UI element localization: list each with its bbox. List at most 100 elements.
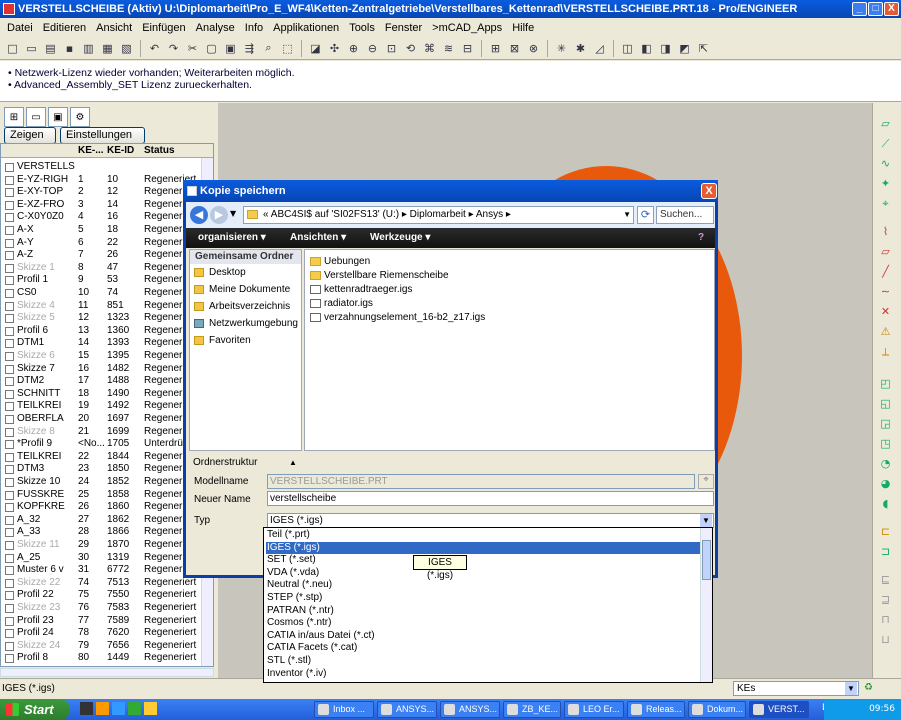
undo-icon[interactable]: ↶ xyxy=(146,40,163,57)
datum-points-icon[interactable]: ⊗ xyxy=(525,40,542,57)
hidden-line-icon[interactable]: ◧ xyxy=(638,40,655,57)
maximize-button[interactable]: □ xyxy=(868,2,883,16)
annotation-icon[interactable]: ✱ xyxy=(572,40,589,57)
wireframe-icon[interactable]: ◫ xyxy=(619,40,636,57)
dropdown-option[interactable]: Inventor (*.iv) xyxy=(266,668,701,681)
dropdown-option[interactable]: CATIA in/aus Datei (*.ct) xyxy=(266,630,701,643)
history-chevron-icon[interactable]: ▼ xyxy=(230,209,236,218)
select-icon[interactable]: ⬚ xyxy=(279,40,296,57)
menu-hilfe[interactable]: Hilfe xyxy=(507,22,539,34)
nav-desktop[interactable]: Desktop xyxy=(190,264,301,281)
file-item[interactable]: Uebungen xyxy=(309,255,370,269)
cut-icon[interactable]: ✂ xyxy=(184,40,201,57)
merge-icon[interactable]: ⊐ xyxy=(877,543,894,560)
tools-menu[interactable]: Werkzeuge ▾ xyxy=(370,228,430,248)
refresh-icon[interactable]: ⟳ xyxy=(637,206,654,224)
tree-row[interactable]: Skizze 22 74 7513 Regeneriert xyxy=(1,577,213,590)
nav-working-directory[interactable]: Arbeitsverzeichnis xyxy=(190,298,301,315)
einstellungen-button[interactable]: Einstellungen ▾ xyxy=(60,127,145,156)
type-select[interactable]: IGES (*.igs) ▼ xyxy=(267,513,714,528)
tree-row[interactable]: Profil 8 80 1449 Regeneriert xyxy=(1,652,213,665)
menu-editieren[interactable]: Editieren xyxy=(38,22,91,34)
file-item[interactable]: verzahnungselement_16-b2_z17.igs xyxy=(309,311,485,325)
task-ansys-1[interactable]: ANSYS... xyxy=(377,701,437,718)
task-leo[interactable]: LEO Er... xyxy=(564,701,624,718)
spin-center-icon[interactable]: ✣ xyxy=(326,40,343,57)
revolve-icon[interactable]: ◱ xyxy=(877,395,894,412)
excel-launch-icon[interactable] xyxy=(128,702,141,715)
col-status[interactable]: Status xyxy=(144,144,175,158)
datum-axis-icon[interactable]: ⟋ xyxy=(877,135,894,152)
col-ke[interactable]: KE-... xyxy=(78,144,104,158)
task-verstellscheibe[interactable]: VERST... xyxy=(749,701,809,718)
menu-tools[interactable]: Tools xyxy=(344,22,380,34)
dialog-close-button[interactable]: X xyxy=(701,183,717,199)
sketch-icon[interactable]: ◿ xyxy=(591,40,608,57)
layers-icon[interactable]: ≋ xyxy=(440,40,457,57)
tree-row[interactable]: Profil 23 77 7589 Regeneriert xyxy=(1,615,213,628)
dropdown-scrollbar[interactable] xyxy=(700,528,712,682)
folder-structure-toggle[interactable]: Ordnerstruktur ▲ xyxy=(189,456,299,470)
tree-row[interactable]: Skizze 23 76 7583 Regeneriert xyxy=(1,602,213,615)
dropdown-option[interactable]: Teil (*.prt) xyxy=(266,529,701,542)
solidify-icon[interactable]: ⊔ xyxy=(877,631,894,648)
sketch-tool-icon[interactable]: ⌇ xyxy=(877,223,894,240)
csys-tool-icon[interactable]: ⌖ xyxy=(877,195,894,212)
regenerate-icon[interactable]: ⇶ xyxy=(241,40,258,57)
redo-icon[interactable]: ↷ xyxy=(165,40,182,57)
copy2-icon[interactable]: ▢ xyxy=(203,40,220,57)
tree-row[interactable]: Profil 24 78 7620 Regeneriert xyxy=(1,627,213,640)
chevron-down-icon[interactable]: ▼ xyxy=(700,514,712,527)
datum-planes-icon[interactable]: ⊞ xyxy=(487,40,504,57)
forward-icon[interactable]: ▶ xyxy=(210,206,228,224)
reorient-icon[interactable]: ⟲ xyxy=(402,40,419,57)
dropdown-option[interactable]: Neutral (*.neu) xyxy=(266,579,701,592)
task-inbox[interactable]: Inbox ... xyxy=(314,701,374,718)
ansys-launch-icon[interactable] xyxy=(80,702,93,715)
menu-mcad-apps[interactable]: >mCAD_Apps xyxy=(427,22,507,34)
task-release[interactable]: Releas... xyxy=(627,701,685,718)
datum-axes-icon[interactable]: ⊠ xyxy=(506,40,523,57)
open-folder-icon[interactable]: ▭ xyxy=(23,40,40,57)
nav-favorites[interactable]: Favoriten xyxy=(190,332,301,349)
sweep-icon[interactable]: ◲ xyxy=(877,415,894,432)
search-input[interactable]: Suchen... xyxy=(656,206,714,224)
dropdown-option[interactable]: PATRAN (*.ntr) xyxy=(266,605,701,618)
model-tree-tab-icon[interactable]: ⊞ xyxy=(4,107,24,127)
extrude-icon[interactable]: ◰ xyxy=(877,375,894,392)
dropdown-scroll-thumb[interactable] xyxy=(702,540,711,580)
zoom-out-icon[interactable]: ⊖ xyxy=(364,40,381,57)
line-tool-icon[interactable]: ╱ xyxy=(877,263,894,280)
menu-analyse[interactable]: Analyse xyxy=(191,22,240,34)
new-file-icon[interactable]: □ xyxy=(4,40,21,57)
shading-icon[interactable]: ◩ xyxy=(676,40,693,57)
tree-hscrollbar[interactable] xyxy=(0,668,214,677)
task-ansys-2[interactable]: ANSYS... xyxy=(440,701,500,718)
views-menu[interactable]: Ansichten ▾ xyxy=(290,228,346,248)
model-picker-icon[interactable]: ⌖ xyxy=(698,474,714,489)
file-item[interactable]: radiator.igs xyxy=(309,297,373,311)
thicken-icon[interactable]: ⊓ xyxy=(877,611,894,628)
favorites-tab-icon[interactable]: ▣ xyxy=(48,107,68,127)
datum-curve-icon[interactable]: ∿ xyxy=(877,155,894,172)
trim-icon[interactable]: ⊑ xyxy=(877,571,894,588)
round-icon[interactable]: ◕ xyxy=(877,475,894,492)
saved-views-icon[interactable]: ⌘ xyxy=(421,40,438,57)
chamfer-icon[interactable]: ◖ xyxy=(877,495,894,512)
dropdown-option[interactable]: SET (*.set) xyxy=(266,554,701,567)
open-icon[interactable]: ▤ xyxy=(42,40,59,57)
file-item[interactable]: kettenradtraeger.igs xyxy=(309,283,412,297)
find-icon[interactable]: ⌕ xyxy=(260,40,277,57)
menu-applikationen[interactable]: Applikationen xyxy=(268,22,344,34)
outlook-launch-icon[interactable] xyxy=(96,702,109,715)
csys-icon[interactable]: ✳ xyxy=(553,40,570,57)
zoom-in-icon[interactable]: ⊕ xyxy=(345,40,362,57)
connections-tab-icon[interactable]: ⚙ xyxy=(70,107,90,127)
new-name-input[interactable]: verstellscheibe xyxy=(267,491,714,506)
help-icon[interactable]: ? xyxy=(698,228,704,248)
nav-my-documents[interactable]: Meine Dokumente xyxy=(190,281,301,298)
folder-browser-tab-icon[interactable]: ▭ xyxy=(26,107,46,127)
task-dokument[interactable]: Dokum... xyxy=(688,701,746,718)
col-keid[interactable]: KE-ID xyxy=(107,144,134,158)
menu-einfuegen[interactable]: Einfügen xyxy=(137,22,190,34)
